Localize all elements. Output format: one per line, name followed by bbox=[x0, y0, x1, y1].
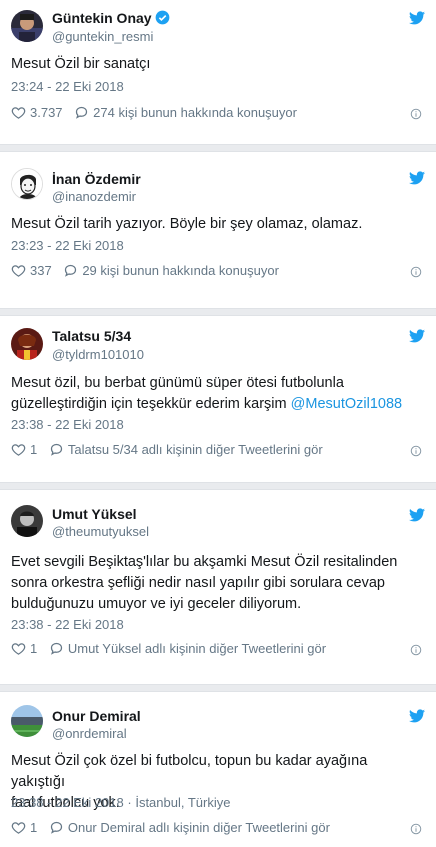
tweet-timestamp[interactable]: 23:38 - 22 Eki 2018 bbox=[11, 617, 124, 632]
reply-bubble-icon bbox=[49, 820, 64, 835]
like-count: 1 bbox=[30, 820, 38, 836]
twitter-bird-icon[interactable] bbox=[409, 329, 425, 343]
author-name[interactable]: Talatsu 5/34 bbox=[52, 328, 131, 344]
tweet-timestamp[interactable]: 23:38 - 22 Eki 2018 bbox=[11, 417, 124, 432]
tweet-text: Evet sevgili Beşiktaş'lılar bu akşamki M… bbox=[11, 552, 422, 615]
bw-photo-avatar-icon[interactable] bbox=[11, 505, 43, 537]
twitter-bird-icon[interactable] bbox=[409, 508, 425, 522]
cartoon-face-icon[interactable] bbox=[11, 168, 43, 200]
info-icon[interactable] bbox=[410, 445, 422, 457]
twitter-bird-icon[interactable] bbox=[409, 709, 425, 723]
tweet-card[interactable]: Güntekin Onay @guntekin_resmi Mesut Özil… bbox=[0, 0, 436, 144]
info-icon[interactable] bbox=[410, 266, 422, 278]
author-name[interactable]: Güntekin Onay bbox=[52, 10, 170, 26]
tweet-actions: 337 29 kişi bunun hakkında konuşuyor bbox=[11, 262, 425, 280]
tweet-text-line: Mesut Özil çok özel bi futbolcu, topun b… bbox=[11, 753, 368, 790]
author-name[interactable]: Onur Demiral bbox=[52, 708, 141, 724]
tweet-text-line: güzelleştirdiğin için teşekkür ederim ka… bbox=[11, 394, 422, 415]
reply-bubble-icon bbox=[49, 442, 64, 457]
like-button[interactable]: 1 bbox=[11, 820, 37, 835]
reply-bubble-icon bbox=[74, 105, 89, 120]
verified-badge-icon bbox=[155, 10, 169, 25]
conversation-button[interactable]: 274 kişi bunun hakkında konuşuyor bbox=[74, 105, 297, 120]
info-icon[interactable] bbox=[410, 823, 422, 835]
portrait-icon[interactable] bbox=[11, 10, 43, 42]
tweet-timestamp[interactable]: 23:23 - 22 Eki 2018 bbox=[11, 238, 124, 253]
tweet-separator bbox=[0, 308, 436, 316]
author-name[interactable]: Umut Yüksel bbox=[52, 506, 137, 522]
twitter-bird-icon[interactable] bbox=[409, 171, 425, 185]
conversation-button[interactable]: 29 kişi bunun hakkında konuşuyor bbox=[63, 263, 279, 278]
more-tweets-text: Umut Yüksel adlı kişinin diğer Tweetleri… bbox=[67, 641, 327, 657]
more-tweets-link[interactable]: Umut Yüksel adlı kişinin diğer Tweetleri… bbox=[49, 641, 326, 656]
tweet-text-line: Mesut özil, bu berbat günümü süper ötesi… bbox=[11, 375, 344, 391]
tweet-text: Mesut Özil bir sanatçı bbox=[11, 56, 151, 72]
like-count: 337 bbox=[30, 263, 52, 279]
more-tweets-text: Onur Demiral adlı kişinin diğer Tweetler… bbox=[67, 820, 330, 836]
tweet-card[interactable]: Onur Demiral @onrdemiral Mesut Özil çok … bbox=[0, 692, 436, 847]
heart-icon bbox=[11, 263, 26, 278]
stadium-avatar-icon[interactable] bbox=[11, 705, 43, 737]
tweet-actions: 3.737 274 kişi bunun hakkında konuşuyor bbox=[11, 104, 425, 122]
info-icon[interactable] bbox=[410, 108, 422, 120]
heart-icon bbox=[11, 442, 26, 457]
conversation-text: 29 kişi bunun hakkında konuşuyor bbox=[82, 263, 279, 279]
heart-icon bbox=[11, 105, 26, 120]
tweet-card[interactable]: Umut Yüksel @theumutyuksel Evet sevgili … bbox=[0, 490, 436, 684]
tweet-text-line: sonra orkestra şefliği nedir nasıl yapıl… bbox=[11, 575, 385, 591]
tweet-separator bbox=[0, 684, 436, 692]
info-icon[interactable] bbox=[410, 644, 422, 656]
tweet-text-span: güzelleştirdiğin için teşekkür ederim ka… bbox=[11, 396, 291, 412]
tweet-meta: 23:38 - 22 Eki 2018 · İstanbul, Türkiye bbox=[11, 795, 230, 810]
more-tweets-link[interactable]: Talatsu 5/34 adlı kişinin diğer Tweetler… bbox=[49, 442, 323, 457]
tweet-text: Mesut özil, bu berbat günümü süper ötesi… bbox=[11, 373, 422, 415]
tweet-actions: 1 Onur Demiral adlı kişinin diğer Tweetl… bbox=[11, 819, 425, 837]
tweet-timestamp[interactable]: 23:24 - 22 Eki 2018 bbox=[11, 79, 124, 94]
like-count: 1 bbox=[30, 442, 38, 458]
like-count: 3.737 bbox=[30, 105, 63, 121]
author-name[interactable]: İnan Özdemir bbox=[52, 171, 141, 187]
tweet-actions: 1 Umut Yüksel adlı kişinin diğer Tweetle… bbox=[11, 640, 425, 658]
tweet-text-line: bulduğunuzu umuyor ve iyi geceler diliyo… bbox=[11, 596, 302, 612]
heart-icon bbox=[11, 820, 26, 835]
twitter-bird-icon[interactable] bbox=[409, 11, 425, 25]
author-handle[interactable]: @tyldrm101010 bbox=[52, 347, 144, 362]
tweet-timestamp[interactable]: 23:38 - 22 Eki 2018 bbox=[11, 795, 124, 810]
reply-bubble-icon bbox=[49, 641, 64, 656]
mention-link[interactable]: @MesutOzil1088 bbox=[291, 396, 402, 412]
reply-bubble-icon bbox=[63, 263, 78, 278]
like-button[interactable]: 1 bbox=[11, 442, 37, 457]
author-handle[interactable]: @guntekin_resmi bbox=[52, 29, 153, 44]
tweet-card[interactable]: Talatsu 5/34 @tyldrm101010 Mesut özil, b… bbox=[0, 316, 436, 482]
conversation-text: 274 kişi bunun hakkında konuşuyor bbox=[93, 105, 297, 121]
tweet-text-line: Evet sevgili Beşiktaş'lılar bu akşamki M… bbox=[11, 554, 398, 570]
like-count: 1 bbox=[30, 641, 38, 657]
more-tweets-text: Talatsu 5/34 adlı kişinin diğer Tweetler… bbox=[67, 442, 323, 458]
heart-icon bbox=[11, 641, 26, 656]
author-handle[interactable]: @onrdemiral bbox=[52, 726, 127, 741]
tweet-card[interactable]: İnan Özdemir @inanozdemir Mesut Özil tar… bbox=[0, 152, 436, 308]
like-button[interactable]: 337 bbox=[11, 263, 52, 278]
tweet-text: Mesut Özil tarih yazıyor. Böyle bir şey … bbox=[11, 216, 363, 232]
tweet-separator bbox=[0, 144, 436, 152]
author-handle[interactable]: @inanozdemir bbox=[52, 189, 136, 204]
author-handle[interactable]: @theumutyuksel bbox=[52, 524, 149, 539]
photo-avatar-icon[interactable] bbox=[11, 328, 43, 360]
like-button[interactable]: 3.737 bbox=[11, 105, 63, 120]
more-tweets-link[interactable]: Onur Demiral adlı kişinin diğer Tweetler… bbox=[49, 820, 330, 835]
tweet-location[interactable]: İstanbul, Türkiye bbox=[135, 795, 230, 810]
tweet-actions: 1 Talatsu 5/34 adlı kişinin diğer Tweetl… bbox=[11, 441, 425, 459]
like-button[interactable]: 1 bbox=[11, 641, 37, 656]
tweet-separator bbox=[0, 482, 436, 490]
